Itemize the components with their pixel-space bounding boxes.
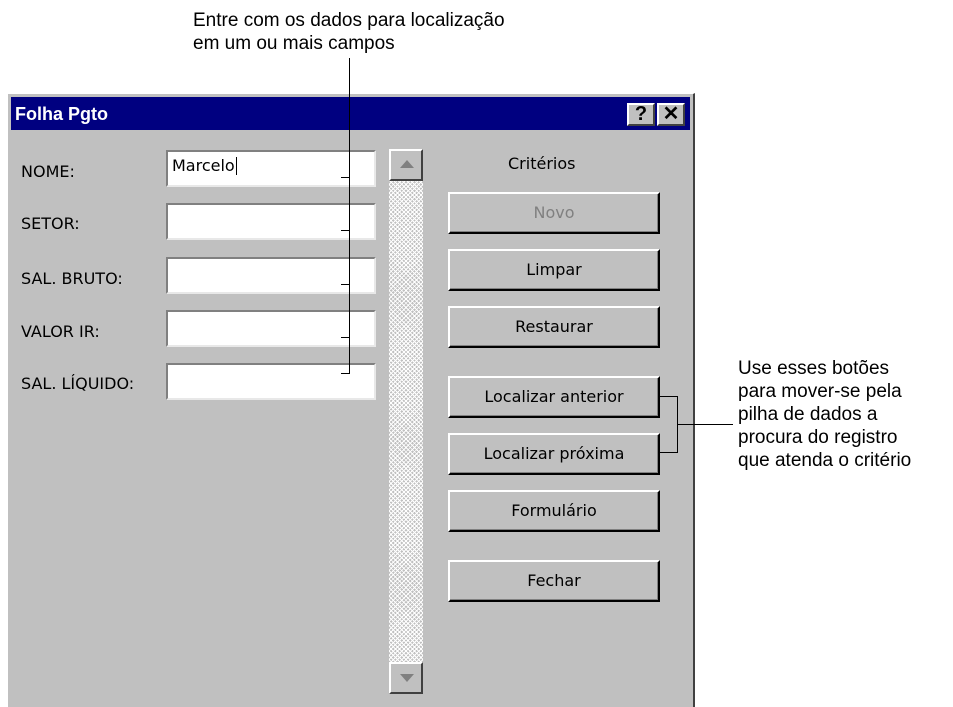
arrow-down-icon	[400, 674, 414, 682]
setor-field[interactable]	[166, 203, 376, 240]
callout-tick-nome	[341, 177, 350, 178]
callout-tick-sal-liquido	[341, 373, 350, 374]
annotation-right-line-5: que atenda o critério	[738, 450, 912, 471]
formulario-button[interactable]: Formulário	[448, 490, 660, 532]
annotation-right-line-4: procura do registro	[738, 427, 898, 448]
annotation-right-line-1: Use esses botões	[738, 358, 890, 379]
arrow-up-icon	[400, 160, 414, 168]
annotation-right-line-3: pilha de dados a	[738, 404, 878, 425]
annotation-top-line-1: Entre com os dados para localização	[193, 10, 505, 31]
callout-tick-sal-bruto	[341, 284, 350, 285]
annotation-right: Use esses botões para mover-se pela pilh…	[738, 357, 911, 472]
help-button[interactable]: ?	[627, 103, 655, 126]
localizar-proxima-button[interactable]: Localizar próxima	[448, 433, 660, 475]
novo-button[interactable]: Novo	[448, 192, 660, 234]
label-sal-bruto: SAL. BRUTO:	[21, 269, 123, 288]
sal-liquido-field[interactable]	[166, 363, 376, 400]
annotation-top: Entre com os dados para localização em u…	[193, 9, 505, 55]
localizar-anterior-button[interactable]: Localizar anterior	[448, 376, 660, 418]
nome-field-value: Marcelo	[172, 156, 235, 175]
bracket-bottom	[659, 452, 678, 453]
valor-ir-field[interactable]	[166, 310, 376, 347]
title-bar[interactable]: Folha Pgto ? ✕	[11, 97, 690, 130]
callout-line-vertical	[349, 58, 350, 373]
scrollbar-track[interactable]	[389, 149, 423, 690]
dialog-window: Folha Pgto ? ✕ NOME: SETOR: SAL. BRUTO: …	[7, 93, 695, 707]
nome-field[interactable]: Marcelo	[166, 150, 376, 187]
restaurar-button[interactable]: Restaurar	[448, 306, 660, 348]
annotation-top-line-2: em um ou mais campos	[193, 33, 395, 54]
limpar-button[interactable]: Limpar	[448, 249, 660, 291]
scroll-down-button[interactable]	[389, 662, 423, 694]
close-icon[interactable]: ✕	[657, 103, 685, 126]
bracket-top	[659, 396, 678, 397]
label-setor: SETOR:	[21, 214, 80, 233]
label-valor-ir: VALOR IR:	[21, 322, 100, 341]
sal-bruto-field[interactable]	[166, 257, 376, 294]
callout-tick-setor	[341, 230, 350, 231]
criteria-label: Critérios	[508, 154, 576, 173]
fechar-button[interactable]: Fechar	[448, 560, 660, 602]
window-title: Folha Pgto	[15, 104, 108, 124]
label-nome: NOME:	[21, 162, 75, 181]
scroll-up-button[interactable]	[389, 149, 423, 181]
text-caret	[235, 157, 237, 175]
bracket-pointer	[677, 424, 733, 425]
callout-tick-valor-ir	[341, 337, 350, 338]
label-sal-liquido: SAL. LÍQUIDO:	[21, 374, 135, 393]
annotation-right-line-2: para mover-se pela	[738, 381, 902, 402]
